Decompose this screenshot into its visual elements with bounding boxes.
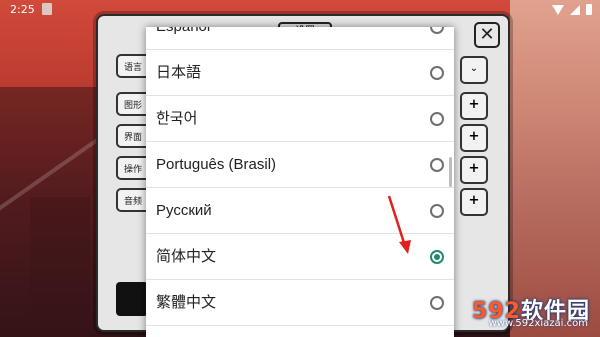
arrow-head xyxy=(399,240,411,254)
watermark: 592软件园 www.592xiazai.com xyxy=(430,293,594,333)
watermark-url: www.592xiazai.com xyxy=(488,318,588,329)
annotation-arrow xyxy=(387,195,411,254)
arrow-line xyxy=(387,195,407,247)
